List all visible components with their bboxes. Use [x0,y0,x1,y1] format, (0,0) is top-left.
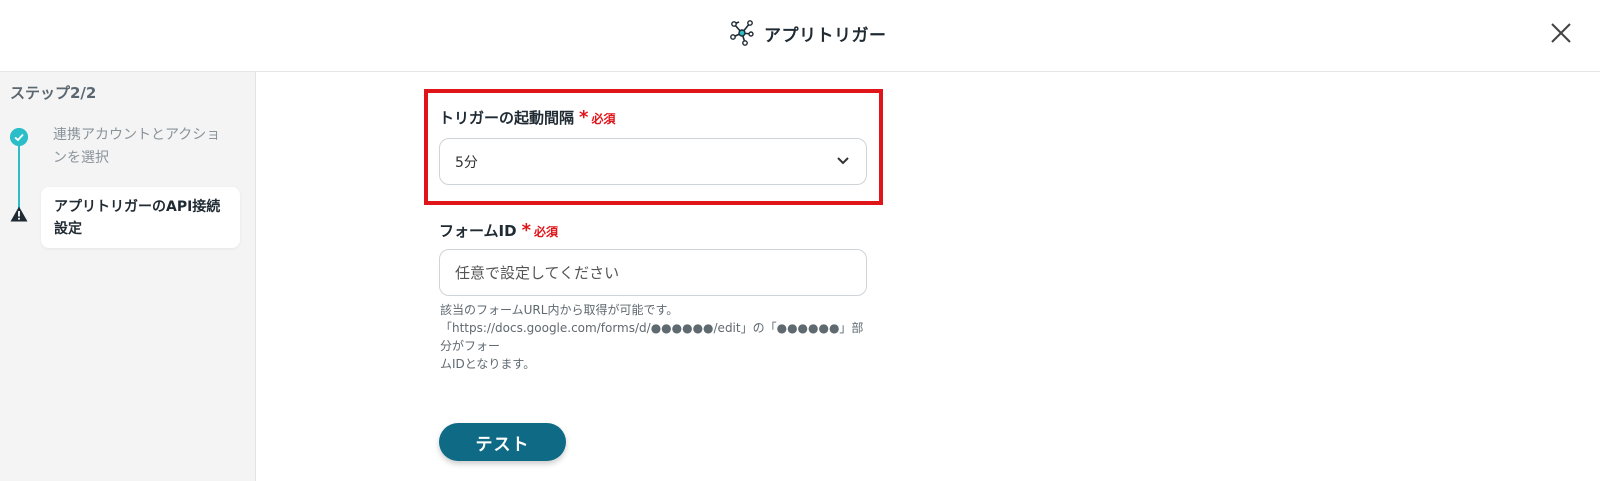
form-id-help-text: 該当のフォームURL内から取得が可能です。 「https://docs.goog… [440,301,870,373]
help-line: 「https://docs.google.com/forms/d/●●●●●●/… [440,321,864,353]
help-line: ムIDとなります。 [440,357,536,371]
form-id-input[interactable] [439,249,867,296]
modal-header: アプリトリガー [0,0,1600,72]
form-id-label-text: フォームID [439,222,517,240]
sidebar-step-select-action[interactable]: 連携アカウントとアクションを選択 [53,124,233,170]
check-circle-icon [10,128,28,146]
interval-field-label: トリガーの起動間隔 * 必須 [439,107,615,128]
interval-select[interactable]: 5分 [439,138,867,185]
modal-title: アプリトリガー [730,19,887,47]
warning-icon [10,206,28,222]
required-asterisk: * [579,107,589,128]
network-nodes-icon [730,20,754,46]
form-id-field-label: フォームID * 必須 [439,220,558,241]
step-connector-line [18,138,20,212]
test-button[interactable]: テスト [439,423,566,461]
step-counter: ステップ2/2 [10,84,97,102]
sidebar-step-label: アプリトリガーのAPI接続設定 [54,199,221,237]
step-sidebar: ステップ2/2 連携アカウントとアクションを選択 アプリトリガーのAPI接続設定 [0,72,256,481]
sidebar-step-api-settings[interactable]: アプリトリガーのAPI接続設定 [41,187,240,248]
required-asterisk: * [521,220,532,241]
interval-label-text: トリガーの起動間隔 [439,109,575,127]
required-badge: 必須 [534,225,559,239]
modal-title-text: アプリトリガー [764,25,887,46]
interval-select-value: 5分 [455,155,478,171]
chevron-down-icon [837,157,849,165]
close-icon[interactable] [1548,20,1574,46]
help-line: 該当のフォームURL内から取得が可能です。 [440,303,679,317]
required-badge: 必須 [591,112,616,126]
